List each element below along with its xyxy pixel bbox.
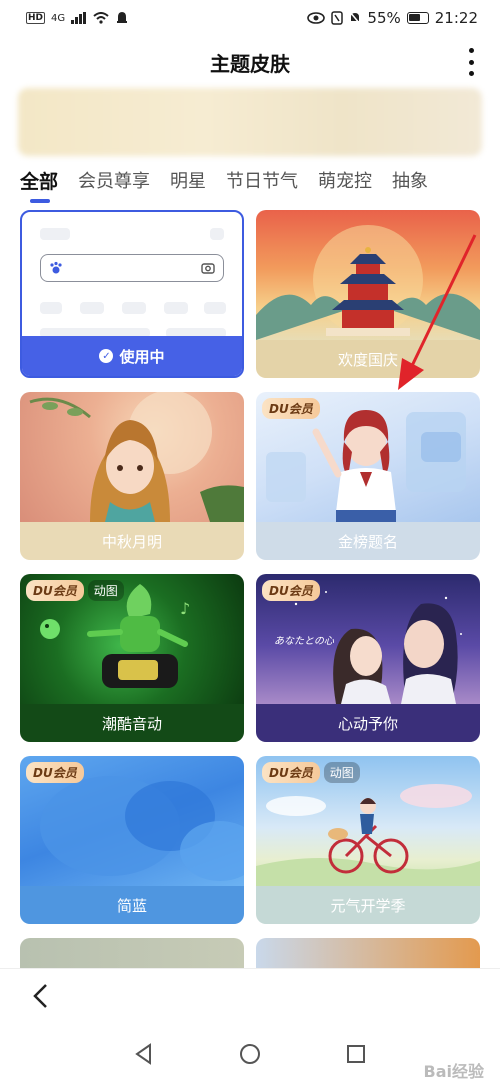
theme-preview-simple-blue: DU会员 (20, 756, 244, 886)
preview-placeholder (210, 228, 224, 240)
theme-preview-gold-list: DU会员 (256, 392, 480, 522)
theme-skin-screen: HD 4G 55% 21:22 主题皮肤 全部 会员尊享 明星 节日节气 萌宠控… (0, 0, 500, 1084)
theme-preview-mid-autumn (20, 392, 244, 522)
preview-placeholder (40, 228, 70, 240)
nav-back-icon[interactable] (132, 1042, 156, 1066)
theme-name: 金榜题名 (256, 522, 480, 560)
status-right: 55% 21:22 (307, 9, 478, 27)
theme-badges: DU会员 动图 (26, 580, 124, 601)
preview-key (204, 302, 226, 314)
moon-girl-artwork (29, 392, 244, 522)
theme-card[interactable]: ♪ DU会员 动图 潮酷音动 (20, 574, 244, 742)
more-dot-icon (468, 48, 474, 53)
theme-card[interactable]: あなたとの心 DU会员 心动予你 (256, 574, 480, 742)
more-menu-button[interactable] (466, 48, 476, 76)
tab-stars[interactable]: 明星 (160, 165, 216, 205)
preview-key (80, 302, 104, 314)
battery-icon (406, 12, 429, 24)
tab-vip[interactable]: 会员尊享 (68, 165, 160, 205)
animated-tag: 动图 (87, 580, 124, 601)
theme-badges: DU会员 (262, 398, 320, 419)
tab-abstract[interactable]: 抽象 (382, 165, 438, 205)
vip-badge: DU会员 (262, 762, 320, 783)
silent-icon (349, 11, 361, 25)
theme-name: 潮酷音动 (20, 704, 244, 742)
vip-badge: DU会员 (26, 580, 84, 601)
battery-percent: 55% (367, 9, 401, 27)
current-theme-label: 使用中 (119, 347, 165, 366)
promo-banner[interactable] (18, 88, 482, 156)
current-theme-bar: ✓ 使用中 (22, 336, 242, 376)
theme-name: 心动予你 (256, 704, 480, 742)
bottom-toolbar (0, 968, 500, 1024)
theme-card[interactable]: DU会员 简蓝 (20, 756, 244, 924)
notification-icon (117, 12, 128, 23)
app-header: 主题皮肤 (0, 40, 500, 84)
theme-badges: DU会员 (262, 580, 320, 601)
vip-badge: DU会员 (262, 398, 320, 419)
preview-key (40, 302, 62, 314)
theme-preview (256, 938, 480, 968)
theme-card[interactable]: DU会员 金榜题名 (256, 392, 480, 560)
tab-all[interactable]: 全部 (0, 165, 68, 205)
theme-name: 元气开学季 (256, 886, 480, 924)
wifi-icon (93, 12, 109, 24)
tab-festivals[interactable]: 节日节气 (216, 165, 308, 205)
preview-search-box (40, 254, 224, 282)
network-type: 4G (51, 12, 66, 24)
theme-name: 简蓝 (20, 886, 244, 924)
watermark: Bai经验 (423, 1062, 484, 1081)
theme-preview (20, 938, 244, 968)
camera-icon (201, 263, 215, 274)
theme-name: 中秋月明 (20, 522, 244, 560)
nav-recents-icon[interactable] (344, 1042, 368, 1066)
animated-tag: 动图 (323, 762, 360, 783)
category-tabs: 全部 会员尊享 明星 节日节气 萌宠控 抽象 (0, 162, 500, 208)
hd-indicator: HD (26, 12, 46, 24)
system-navigation-bar: Bai经验 (0, 1024, 500, 1084)
theme-card[interactable]: DU会员 动图 元气开学季 (256, 756, 480, 924)
vip-badge: DU会员 (262, 580, 320, 601)
theme-preview-heartbeat: あなたとの心 DU会员 (256, 574, 480, 704)
page-title: 主题皮肤 (210, 51, 290, 76)
theme-card-current[interactable]: ✓ 使用中 (20, 210, 244, 378)
artwork-caption: あなたとの心 (274, 636, 334, 647)
status-bar: HD 4G 55% 21:22 (0, 0, 500, 36)
theme-badges: DU会员 (26, 762, 84, 783)
theme-card[interactable] (256, 938, 480, 968)
paw-icon (50, 261, 62, 274)
nav-home-icon[interactable] (238, 1042, 262, 1066)
signal-icon (71, 12, 87, 24)
nfc-icon (331, 11, 344, 25)
check-icon: ✓ (99, 349, 114, 363)
preview-key (164, 302, 188, 314)
more-dot-icon (468, 59, 474, 65)
tab-pets[interactable]: 萌宠控 (308, 165, 382, 205)
theme-preview-cool-music: ♪ DU会员 动图 (20, 574, 244, 704)
more-dot-icon (468, 71, 474, 76)
status-left: HD 4G (26, 11, 129, 25)
theme-badges: DU会员 动图 (262, 762, 360, 783)
clock: 21:22 (434, 9, 478, 27)
theme-preview-back-to-school: DU会员 动图 (256, 756, 480, 886)
theme-card[interactable]: 中秋月明 (20, 392, 244, 560)
annotation-arrow-icon (398, 234, 477, 390)
eye-icon (307, 12, 326, 24)
vip-badge: DU会员 (26, 762, 84, 783)
preview-key (122, 302, 146, 314)
theme-card[interactable] (20, 938, 244, 968)
back-icon[interactable] (30, 983, 52, 1009)
svg-text:♪: ♪ (180, 599, 190, 618)
